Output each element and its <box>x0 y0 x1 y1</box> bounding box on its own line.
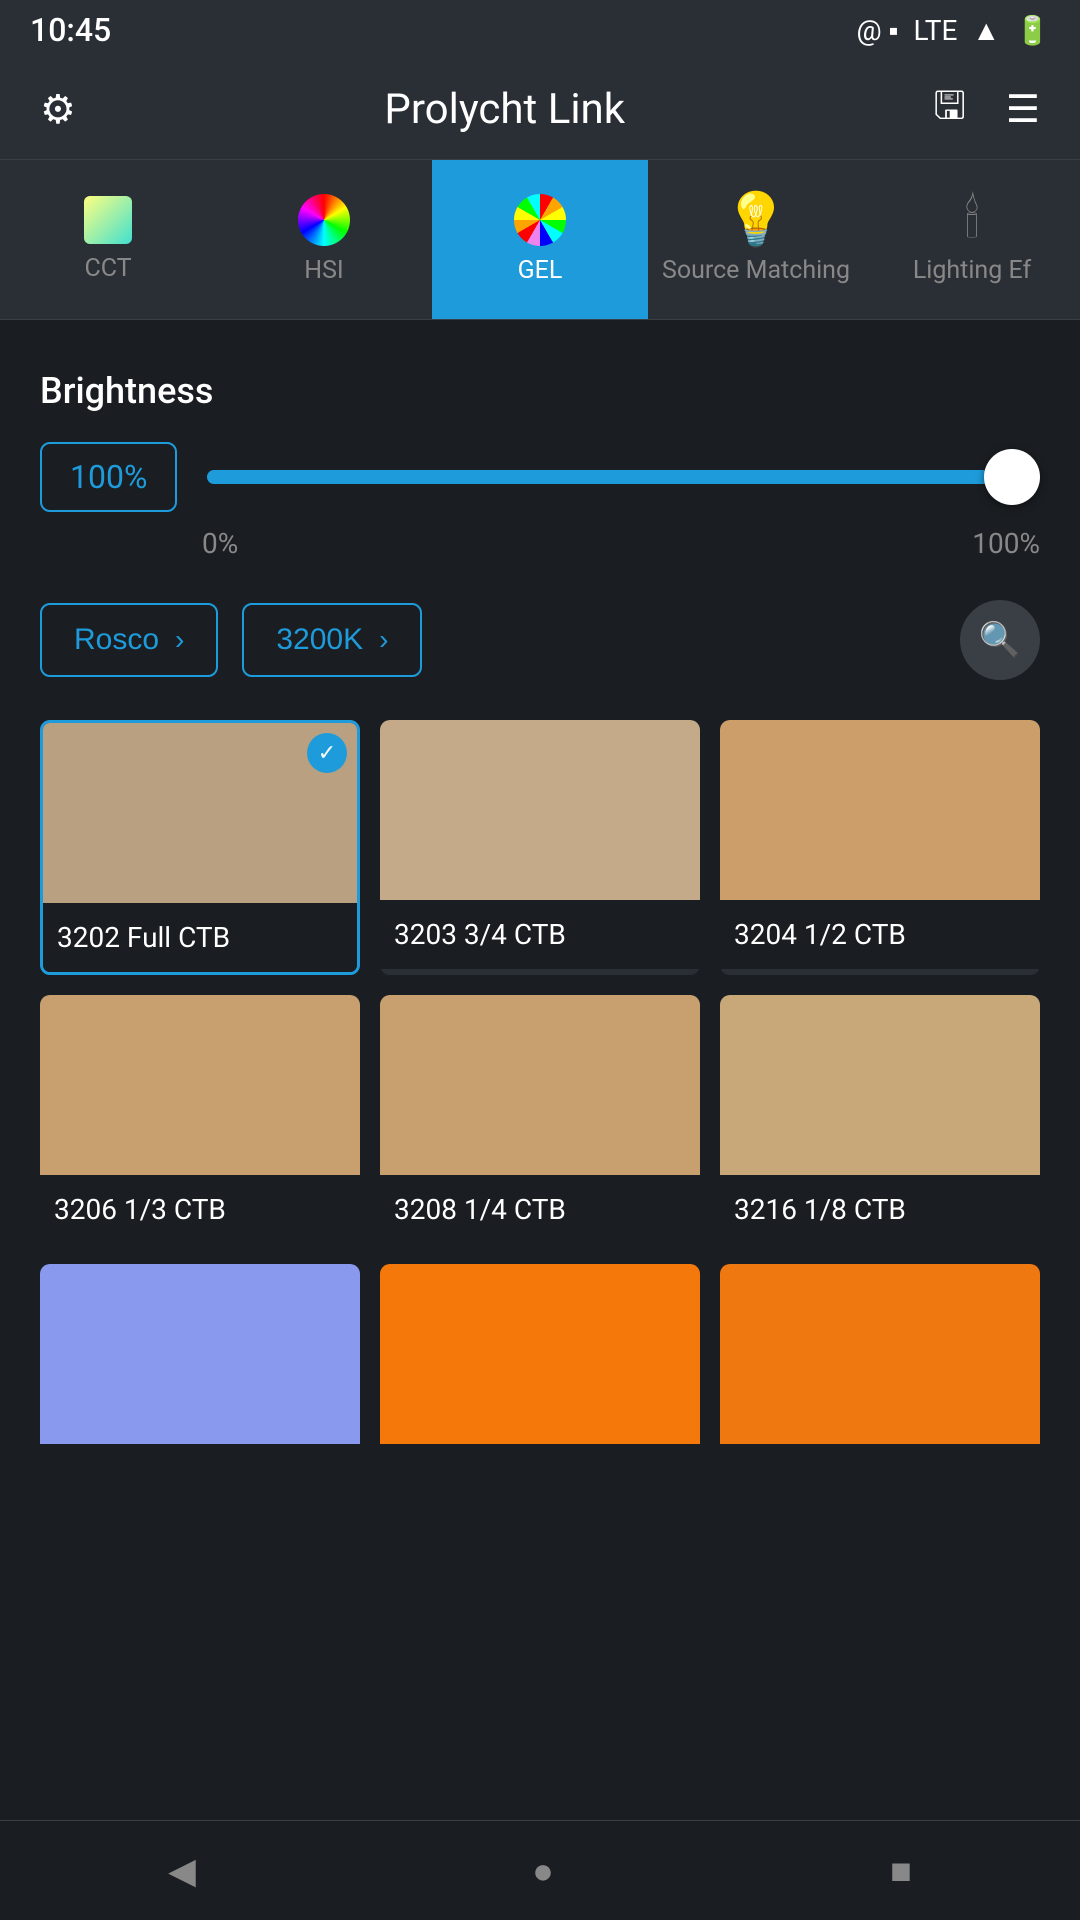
slider-labels: 0% 100% <box>202 527 1040 560</box>
search-icon: 🔍 <box>979 620 1021 660</box>
top-bar: ⚙ Prolycht Link 🖫 ☰ <box>0 60 1080 160</box>
gel-icon <box>514 194 566 246</box>
network-indicator: @ ▪ <box>856 14 898 47</box>
back-icon: ◀ <box>168 1850 196 1892</box>
tab-source-label: Source Matching <box>662 256 850 285</box>
temp-chevron-icon: › <box>379 624 388 656</box>
signal-icon: ▲ <box>972 14 1000 47</box>
gel-card-row3-1[interactable] <box>40 1264 360 1480</box>
gel-card-label: 3206 1/3 CTB <box>40 1175 360 1244</box>
gel-color-swatch <box>40 1264 360 1444</box>
gel-color-swatch <box>720 995 1040 1175</box>
save-icon: 🖫 <box>934 84 966 128</box>
slider-thumb[interactable] <box>984 449 1040 505</box>
search-button[interactable]: 🔍 <box>960 600 1040 680</box>
home-button[interactable]: ● <box>532 1850 554 1892</box>
brightness-value: 100% <box>40 442 177 512</box>
gel-card-row3-2[interactable] <box>380 1264 700 1480</box>
gel-color-swatch <box>380 720 700 900</box>
gel-card-3206[interactable]: 3206 1/3 CTB <box>40 995 360 1244</box>
brand-filter-label: Rosco <box>74 623 159 657</box>
tab-hsi[interactable]: HSI <box>216 160 432 319</box>
gel-card-label <box>720 1444 1040 1480</box>
slider-track <box>207 470 1040 484</box>
gel-color-swatch <box>380 995 700 1175</box>
brand-filter-button[interactable]: Rosco › <box>40 603 218 677</box>
save-button[interactable]: 🖫 <box>934 77 966 142</box>
menu-icon: ☰ <box>1006 88 1040 132</box>
gel-card-row3-3[interactable] <box>720 1264 1040 1480</box>
tab-hsi-label: HSI <box>304 256 343 285</box>
lte-indicator: LTE <box>913 14 957 47</box>
temp-filter-button[interactable]: 3200K › <box>242 603 422 677</box>
gel-card-label: 3216 1/8 CTB <box>720 1175 1040 1244</box>
selected-checkmark: ✓ <box>307 733 347 773</box>
gel-grid: 3202 Full CTB ✓ 3203 3/4 CTB 3204 1/2 CT… <box>40 720 1040 1480</box>
gel-card-3204[interactable]: 3204 1/2 CTB <box>720 720 1040 975</box>
tab-lighting-label: Lighting Ef <box>913 256 1031 285</box>
status-icons: @ ▪ LTE ▲ 🔋 <box>856 14 1050 47</box>
home-icon: ● <box>532 1850 554 1892</box>
tab-cct-label: CCT <box>84 254 131 283</box>
gel-card-label: 3202 Full CTB <box>43 903 357 972</box>
gel-card-3216[interactable]: 3216 1/8 CTB <box>720 995 1040 1244</box>
settings-icon: ⚙ <box>40 86 76 133</box>
gel-card-3202[interactable]: 3202 Full CTB ✓ <box>40 720 360 975</box>
gel-card-label <box>40 1444 360 1480</box>
gel-card-label: 3204 1/2 CTB <box>720 900 1040 969</box>
brightness-row: 100% <box>40 442 1040 512</box>
gel-card-label <box>380 1444 700 1480</box>
status-time: 10:45 <box>30 11 111 49</box>
gel-color-swatch <box>380 1264 700 1444</box>
gel-color-swatch <box>720 720 1040 900</box>
app-title: Prolycht Link <box>384 85 625 134</box>
slider-min-label: 0% <box>202 527 238 560</box>
tab-bar: CCT HSI GEL 💡 Source Matching 🕯 Lighting… <box>0 160 1080 320</box>
settings-button[interactable]: ⚙ <box>40 86 76 133</box>
tab-cct[interactable]: CCT <box>0 160 216 319</box>
navigation-bar: ◀ ● ■ <box>0 1820 1080 1920</box>
gel-card-3208[interactable]: 3208 1/4 CTB <box>380 995 700 1244</box>
status-bar: 10:45 @ ▪ LTE ▲ 🔋 <box>0 0 1080 60</box>
main-content: Brightness 100% 0% 100% Rosco › 3200K › … <box>0 320 1080 1630</box>
tab-lighting-effects[interactable]: 🕯 Lighting Ef <box>864 160 1080 319</box>
brightness-label: Brightness <box>40 370 1040 412</box>
tab-gel-label: GEL <box>518 256 563 285</box>
temp-filter-label: 3200K <box>276 623 363 657</box>
brightness-slider[interactable] <box>207 447 1040 507</box>
gel-card-3203[interactable]: 3203 3/4 CTB <box>380 720 700 975</box>
bulb-icon: 💡 <box>724 194 789 246</box>
top-bar-actions: 🖫 ☰ <box>934 77 1040 142</box>
cct-icon <box>84 196 132 244</box>
hsi-icon <box>298 194 350 246</box>
recents-button[interactable]: ■ <box>890 1850 912 1892</box>
battery-icon: 🔋 <box>1015 14 1050 47</box>
candle-icon: 🕯 <box>965 194 980 246</box>
menu-button[interactable]: ☰ <box>1006 87 1040 132</box>
gel-card-label: 3203 3/4 CTB <box>380 900 700 969</box>
brand-chevron-icon: › <box>175 624 184 656</box>
slider-max-label: 100% <box>972 527 1040 560</box>
tab-source-matching[interactable]: 💡 Source Matching <box>648 160 864 319</box>
gel-color-swatch <box>40 995 360 1175</box>
gel-color-swatch <box>720 1264 1040 1444</box>
gel-card-label: 3208 1/4 CTB <box>380 1175 700 1244</box>
tab-gel[interactable]: GEL <box>432 160 648 319</box>
filter-row: Rosco › 3200K › 🔍 <box>40 600 1040 680</box>
back-button[interactable]: ◀ <box>168 1850 196 1892</box>
recents-icon: ■ <box>890 1850 912 1892</box>
